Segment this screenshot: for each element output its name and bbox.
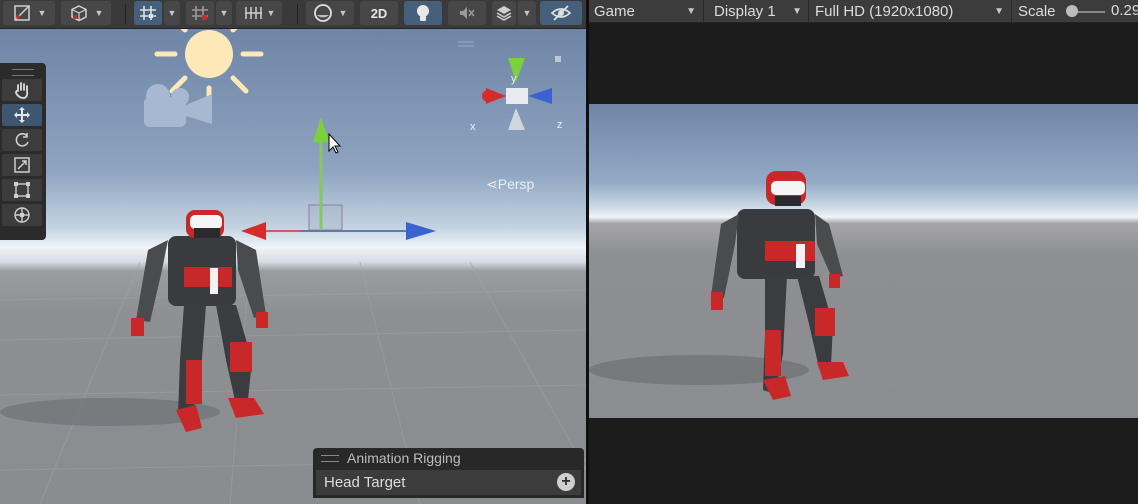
lighting-toggle-icon bbox=[417, 5, 429, 21]
chevron-down-icon: ▼ bbox=[266, 8, 276, 18]
rect-transform-icon bbox=[14, 182, 30, 198]
effects-icon bbox=[496, 6, 512, 21]
toolbar-divider bbox=[125, 4, 126, 24]
render-mode-dropdown[interactable]: ▼ bbox=[306, 1, 354, 25]
effects-dropdown[interactable]: ▼ bbox=[518, 1, 536, 25]
orientation-y-label: y bbox=[511, 73, 517, 85]
transform-icon bbox=[14, 207, 30, 223]
orientation-x-label: x bbox=[470, 121, 476, 133]
projection-label: Persp bbox=[497, 176, 535, 192]
scale-icon bbox=[14, 157, 30, 173]
chevron-down-icon: ▼ bbox=[37, 8, 47, 18]
move-icon bbox=[14, 107, 30, 123]
shading-mode-icon bbox=[70, 5, 87, 22]
effects-toggle[interactable] bbox=[492, 1, 516, 25]
increment-snap-toggle[interactable] bbox=[186, 1, 214, 25]
hidden-objects-toggle[interactable] bbox=[540, 1, 582, 25]
rotate-tool-button[interactable] bbox=[2, 129, 42, 151]
toolbar-divider bbox=[703, 0, 704, 22]
orientation-z-label: z bbox=[557, 119, 563, 131]
chevron-down-icon: ▼ bbox=[994, 6, 1004, 17]
arrow-left-icon: ⋖ bbox=[486, 176, 498, 192]
game-render bbox=[589, 104, 1138, 418]
scale-slider-thumb[interactable] bbox=[1066, 5, 1078, 17]
orientation-gizmo[interactable] bbox=[458, 41, 561, 130]
snap-settings-icon bbox=[244, 7, 262, 19]
hidden-objects-icon bbox=[550, 5, 572, 21]
scale-tool-button[interactable] bbox=[2, 154, 42, 176]
toolbar-divider bbox=[297, 4, 298, 24]
add-icon[interactable]: + bbox=[557, 473, 575, 491]
draw-mode-icon bbox=[13, 5, 30, 21]
resolution-label: Full HD (1920x1080) bbox=[815, 2, 954, 20]
toolbar-divider bbox=[808, 0, 809, 22]
scale-value: 0.29 bbox=[1111, 2, 1138, 19]
scene-render bbox=[0, 29, 586, 504]
grid-snap-icon bbox=[140, 6, 156, 20]
chevron-down-icon: ▼ bbox=[167, 8, 177, 18]
snap-settings-dropdown[interactable]: ▼ bbox=[236, 1, 282, 25]
display-label: Display 1 bbox=[714, 2, 776, 20]
grid-snap-dropdown[interactable]: ▼ bbox=[164, 1, 180, 25]
hand-icon bbox=[15, 82, 29, 99]
drag-handle-icon[interactable] bbox=[12, 69, 34, 76]
draw-mode-dropdown[interactable]: ▼ bbox=[3, 1, 55, 25]
resolution-dropdown[interactable]: Full HD (1920x1080) ▼ bbox=[810, 0, 1010, 22]
scene-toolbar: ▼ ▼ ▼ ▼ ▼ ▼ 2D ▼ bbox=[0, 0, 586, 29]
chevron-down-icon: ▼ bbox=[522, 8, 532, 18]
chevron-down-icon: ▼ bbox=[219, 8, 229, 18]
2d-mode-toggle[interactable]: 2D bbox=[360, 1, 398, 25]
grid-snap-toggle[interactable] bbox=[134, 1, 162, 25]
game-view-label: Game bbox=[594, 2, 635, 20]
increment-snap-dropdown[interactable]: ▼ bbox=[216, 1, 232, 25]
scale-label: Scale bbox=[1018, 2, 1056, 20]
increment-snap-icon bbox=[192, 6, 208, 20]
overlay-item-label: Head Target bbox=[324, 474, 406, 491]
audio-mute-toggle[interactable] bbox=[448, 1, 486, 25]
overlay-header[interactable]: Animation Rigging bbox=[313, 448, 584, 468]
chevron-down-icon: ▼ bbox=[686, 6, 696, 17]
render-mode-icon bbox=[313, 4, 332, 22]
chevron-down-icon: ▼ bbox=[338, 8, 348, 18]
projection-toggle[interactable]: ⋖Persp bbox=[486, 176, 534, 193]
rotate-icon bbox=[15, 133, 29, 147]
mouse-cursor-icon bbox=[328, 132, 342, 154]
audio-mute-icon bbox=[460, 7, 475, 19]
chevron-down-icon: ▼ bbox=[792, 6, 802, 17]
game-scene bbox=[589, 171, 849, 400]
overlay-row[interactable]: Head Target + bbox=[316, 470, 581, 495]
animation-rigging-overlay: Animation Rigging Head Target + bbox=[313, 448, 584, 498]
transform-tool-button[interactable] bbox=[2, 204, 42, 226]
rect-tool-button[interactable] bbox=[2, 179, 42, 201]
move-gizmo[interactable] bbox=[241, 117, 436, 240]
chevron-down-icon: ▼ bbox=[94, 8, 104, 18]
camera-icon bbox=[144, 84, 212, 127]
move-tool-button[interactable] bbox=[2, 104, 42, 126]
character-model bbox=[131, 210, 268, 432]
scene-view[interactable]: y x z ⋖Persp Animation Rigging Head Targ… bbox=[0, 29, 586, 504]
hand-tool-button[interactable] bbox=[2, 79, 42, 101]
lighting-toggle[interactable] bbox=[404, 1, 442, 25]
toolbar-divider bbox=[1011, 0, 1012, 22]
shading-mode-dropdown[interactable]: ▼ bbox=[61, 1, 111, 25]
tool-palette bbox=[0, 63, 46, 240]
display-dropdown[interactable]: Display 1 ▼ bbox=[709, 0, 808, 22]
2d-mode-label: 2D bbox=[370, 5, 388, 21]
overlay-title: Animation Rigging bbox=[347, 450, 461, 466]
game-view-dropdown[interactable]: Game ▼ bbox=[589, 0, 702, 22]
drag-handle-icon[interactable] bbox=[321, 454, 339, 462]
